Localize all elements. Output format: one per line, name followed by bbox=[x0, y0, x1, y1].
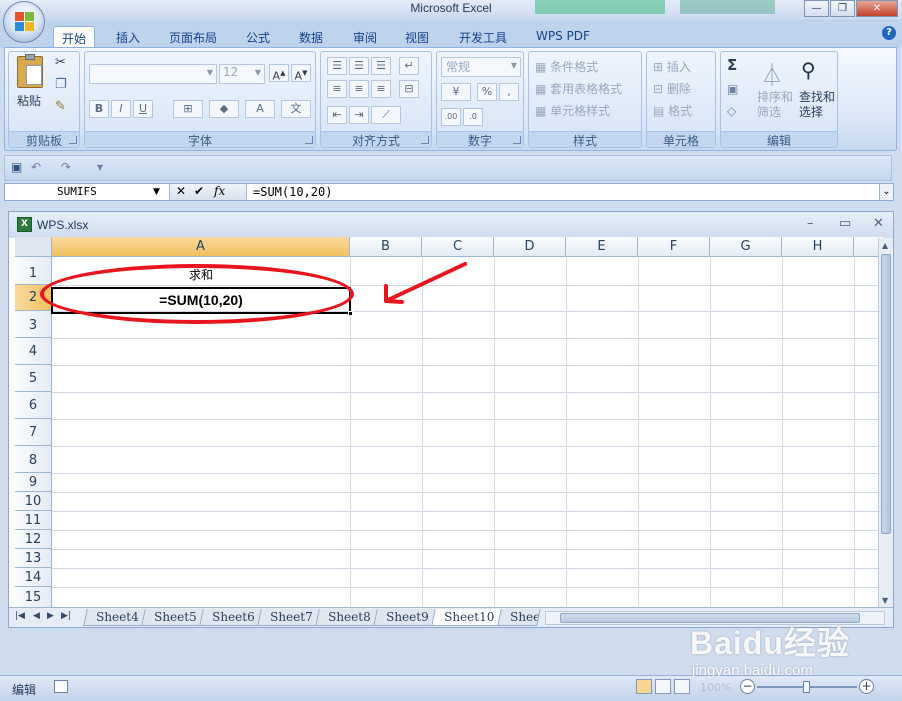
watermark-brand: Baidu经验 bbox=[690, 625, 850, 661]
macro-record-icon[interactable] bbox=[54, 680, 68, 693]
zoom-level[interactable]: 100% bbox=[700, 681, 731, 694]
zoom-out-icon[interactable]: − bbox=[740, 679, 755, 694]
office-logo-icon bbox=[15, 12, 35, 32]
zoom-slider-knob[interactable] bbox=[803, 681, 810, 693]
watermark-url: jingyan.baidu.com bbox=[692, 662, 813, 679]
status-mode: 编辑 bbox=[12, 683, 37, 697]
page-break-view-icon[interactable] bbox=[674, 679, 690, 694]
baidu-watermark: Baidu经验 jingyan.baidu.com bbox=[690, 618, 850, 679]
annotation-arrow bbox=[384, 262, 467, 304]
normal-view-icon[interactable] bbox=[636, 679, 652, 694]
page-layout-view-icon[interactable] bbox=[655, 679, 671, 694]
office-button[interactable] bbox=[3, 1, 45, 43]
zoom-in-icon[interactable]: + bbox=[859, 679, 874, 694]
